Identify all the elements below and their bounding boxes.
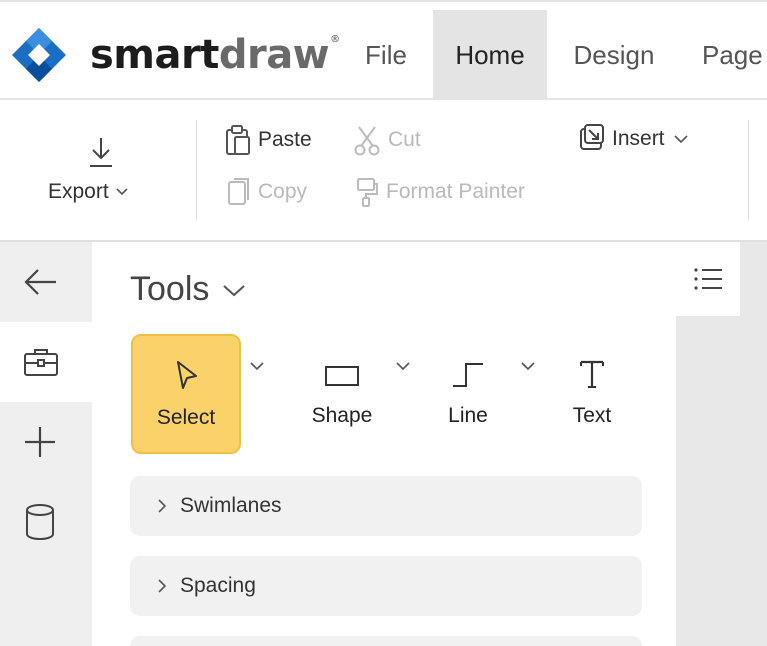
toolbox-icon [24, 349, 58, 376]
paste-button[interactable]: Paste [224, 124, 312, 156]
left-icon-rail [0, 242, 92, 646]
tools-panel: Tools Select Shape Line Text Swimlanes S… [92, 242, 676, 646]
rail-tools-button[interactable] [0, 322, 92, 402]
select-tool-label: Select [156, 406, 216, 429]
copy-button[interactable]: Copy [226, 176, 307, 208]
menu-tab-home[interactable]: Home [433, 10, 547, 100]
cut-button[interactable]: Cut [352, 124, 421, 156]
panel-title: Tools [130, 270, 210, 308]
export-button[interactable]: Export [40, 128, 160, 218]
swimlanes-section[interactable]: Swimlanes [130, 476, 642, 536]
ribbon-divider [196, 120, 197, 220]
swimlanes-label: Swimlanes [180, 494, 282, 517]
back-arrow-icon [24, 269, 56, 295]
line-dropdown-chevron-icon[interactable] [519, 360, 537, 372]
right-panel-strip [676, 242, 767, 646]
format-painter-label: Format Painter [386, 180, 525, 203]
pointer-icon [177, 361, 197, 389]
text-tool-label: Text [572, 404, 612, 427]
insert-icon [580, 124, 604, 150]
smartdraw-logo: smartdraw® [10, 26, 340, 84]
chevron-down-icon [673, 135, 688, 144]
format-painter-button[interactable]: Format Painter [354, 176, 525, 208]
cut-label: Cut [388, 128, 421, 151]
line-tool-label: Line [448, 404, 488, 427]
connector-line-icon [453, 363, 483, 387]
select-dropdown-chevron-icon[interactable] [248, 360, 266, 372]
list-icon [694, 268, 722, 290]
tools-dropdown[interactable]: Tools [130, 270, 247, 309]
plus-icon [25, 427, 55, 457]
scissors-icon [354, 126, 380, 156]
shape-dropdown-chevron-icon[interactable] [394, 360, 412, 372]
smartdraw-logo-icon [12, 28, 66, 82]
chevron-down-icon [116, 188, 128, 196]
top-menu-bar: smartdraw® File Home Design Page [0, 0, 767, 100]
copy-label: Copy [258, 180, 308, 203]
insert-label: Insert [612, 127, 665, 150]
shape-tool-label: Shape [311, 404, 373, 427]
chevron-right-icon [158, 579, 167, 593]
chevron-down-icon [223, 284, 246, 296]
export-label: Export [48, 180, 109, 203]
select-tool-button[interactable]: Select [131, 334, 241, 454]
shape-tool-button[interactable]: Shape [287, 334, 397, 454]
collapsed-section[interactable] [130, 636, 642, 646]
rectangle-icon [325, 366, 359, 386]
spacing-section[interactable]: Spacing [130, 556, 642, 616]
insert-button[interactable]: Insert [578, 124, 695, 154]
database-icon [26, 504, 54, 541]
text-icon [580, 360, 604, 388]
chevron-right-icon [158, 499, 167, 513]
rail-data-button[interactable] [0, 482, 92, 562]
menu-tab-page[interactable]: Page [688, 10, 767, 100]
text-tool-button[interactable]: Text [554, 334, 630, 454]
rail-back-button[interactable] [0, 242, 92, 322]
menu-tab-design[interactable]: Design [552, 10, 676, 100]
spacing-label: Spacing [180, 574, 256, 597]
line-tool-button[interactable]: Line [422, 334, 514, 454]
rail-add-button[interactable] [0, 402, 92, 482]
copy-icon [228, 178, 249, 205]
smartdraw-wordmark: smartdraw® [90, 32, 340, 78]
ribbon-divider [748, 120, 749, 220]
paste-icon [226, 125, 250, 155]
list-view-button[interactable] [676, 242, 740, 316]
menu-tab-file[interactable]: File [345, 10, 427, 100]
paste-label: Paste [258, 128, 312, 151]
format-painter-icon [357, 178, 378, 207]
download-icon [87, 134, 115, 175]
home-ribbon: Export Paste Copy Cut Format Painter Ins… [0, 100, 767, 242]
